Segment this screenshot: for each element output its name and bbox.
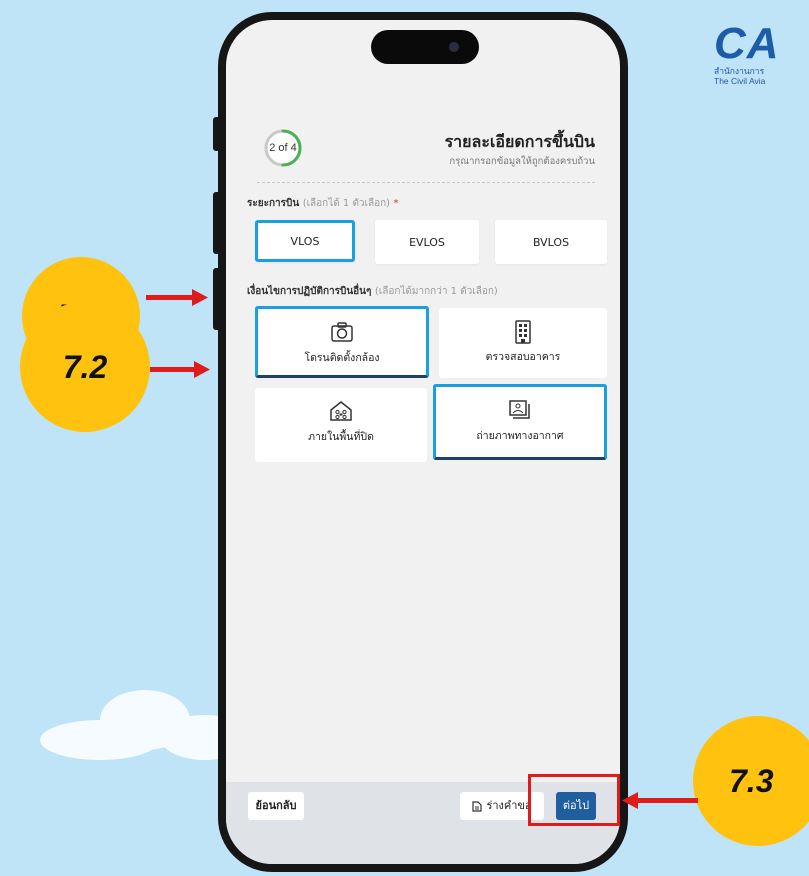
conditions-label-text: เงื่อนไขการปฏิบัติการบินอื่นๆ <box>247 286 372 297</box>
option-vlos[interactable]: VLOS <box>255 220 355 262</box>
condition-indoor-area[interactable]: ภายในพื้นที่ปิด <box>255 388 427 462</box>
page-title: รายละเอียดการขึ้นบิน <box>444 132 595 151</box>
annotation-label-7-2: 7.2 <box>62 348 108 385</box>
arrow-right-icon <box>146 289 208 306</box>
next-button-highlight <box>528 774 620 826</box>
flight-range-label: ระยะการบิน (เลือกได้ 1 ตัวเลือก) * <box>247 196 399 211</box>
conditions-label: เงื่อนไขการปฏิบัติการบินอื่นๆ (เลือกได้ม… <box>247 284 498 299</box>
logo-thai-text: สำนักงานการ <box>714 66 765 76</box>
page-subtitle: กรุณากรอกข้อมูลให้ถูกต้องครบถ้วน <box>449 156 595 167</box>
step-counter: 2 of 4 <box>269 142 297 154</box>
save-draft-label: ร่างคำขอ <box>486 799 532 812</box>
annotation-label-7-3: 7.3 <box>729 762 774 799</box>
arrow-left-icon <box>622 792 698 809</box>
conditions-hint: (เลือกได้มากกว่า 1 ตัวเลือก) <box>374 286 498 297</box>
phone-volume-down <box>213 268 221 330</box>
document-icon <box>472 800 483 812</box>
logo-english-text: The Civil Avia <box>714 76 766 86</box>
building-icon <box>515 320 531 344</box>
flight-details-form: 2 of 4 รายละเอียดการขึ้นบิน กรุณากรอกข้อ… <box>247 86 607 790</box>
divider <box>257 182 595 183</box>
condition-drone-camera[interactable]: โดรนติดตั้งกล้อง <box>255 306 429 378</box>
condition-drone-camera-label: โดรนติดตั้งกล้อง <box>304 352 380 364</box>
front-camera-icon <box>449 42 459 52</box>
condition-aerial-photo-label: ถ่ายภาพทางอากาศ <box>476 430 564 442</box>
condition-building-inspection-label: ตรวจสอบอาคาร <box>485 351 561 363</box>
phone-screen: 2 of 4 รายละเอียดการขึ้นบิน กรุณากรอกข้อ… <box>226 20 620 864</box>
annotation-badge-7-3: 7.3 <box>693 716 809 846</box>
back-button[interactable]: ย้อนกลับ <box>248 792 304 820</box>
condition-aerial-photo[interactable]: ถ่ายภาพทางอากาศ <box>433 384 607 460</box>
flight-range-label-text: ระยะการบิน <box>247 198 300 209</box>
option-evlos-label: EVLOS <box>409 235 445 249</box>
phone-frame: 2 of 4 รายละเอียดการขึ้นบิน กรุณากรอกข้อ… <box>213 12 628 872</box>
condition-building-inspection[interactable]: ตรวจสอบอาคาร <box>439 308 607 378</box>
phone-volume-up <box>213 192 221 254</box>
flight-range-hint: (เลือกได้ 1 ตัวเลือก) <box>302 198 391 209</box>
camera-icon <box>331 322 353 342</box>
aerial-photo-icon <box>509 400 530 419</box>
arrow-right-icon <box>150 361 210 378</box>
option-vlos-label: VLOS <box>290 234 320 248</box>
logo-mark: CA <box>714 19 780 68</box>
indoor-house-icon <box>330 401 352 421</box>
dynamic-island <box>371 30 479 64</box>
condition-indoor-area-label: ภายในพื้นที่ปิด <box>308 431 374 443</box>
option-evlos[interactable]: EVLOS <box>375 220 479 264</box>
caat-logo: CA สำนักงานการ The Civil Avia <box>714 19 809 87</box>
required-mark: * <box>393 198 399 209</box>
phone-side-button <box>213 117 221 151</box>
annotation-badge-7-2: 7.2 <box>20 302 150 432</box>
option-bvlos-label: BVLOS <box>532 235 570 249</box>
step-progress: 2 of 4 <box>263 128 303 168</box>
option-bvlos[interactable]: BVLOS <box>495 220 607 264</box>
